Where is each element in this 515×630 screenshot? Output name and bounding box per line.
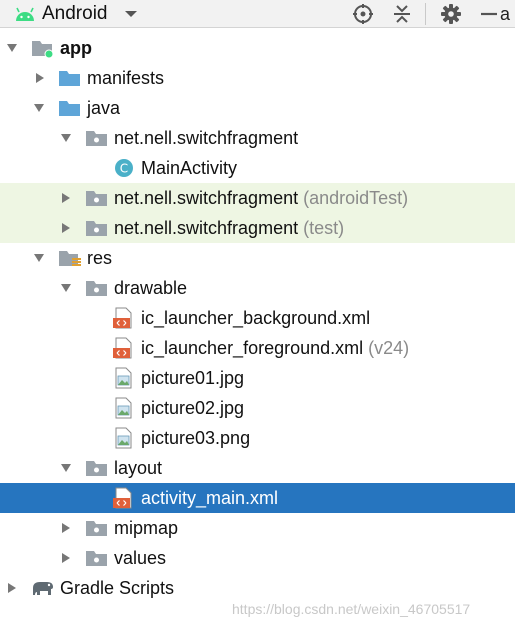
- tree-item-label: values: [114, 548, 167, 568]
- folder-icon: [58, 93, 82, 123]
- expanded-arrow-icon[interactable]: [4, 33, 20, 63]
- tree-item-java[interactable]: java: [0, 93, 515, 123]
- resources-folder-icon: [58, 243, 82, 273]
- tree-item-label: drawable: [114, 278, 188, 298]
- tree-item-manifests[interactable]: manifests: [0, 63, 515, 93]
- tree-item-label: picture03.png: [141, 428, 251, 448]
- tree-item-picture03[interactable]: picture03.png: [0, 423, 515, 453]
- image-file-icon: [114, 363, 134, 393]
- expanded-arrow-icon[interactable]: [31, 93, 47, 123]
- watermark: https://blog.csdn.net/weixin_46705517: [232, 601, 471, 617]
- package-icon: [85, 213, 109, 243]
- tree-item-values[interactable]: values: [0, 543, 515, 573]
- tree-item-ic-launcher-foreground[interactable]: ic_launcher_foreground.xml (v24): [0, 333, 515, 363]
- tree-item-label: picture02.jpg: [141, 398, 245, 418]
- package-icon: [85, 273, 109, 303]
- xml-file-icon: [113, 333, 135, 363]
- tree-item-label: picture01.jpg: [141, 368, 245, 388]
- expanded-arrow-icon[interactable]: [58, 453, 74, 483]
- tree-item-label: Gradle Scripts: [60, 578, 175, 598]
- tree-item-label: layout: [114, 458, 163, 478]
- tree-item-mainactivity[interactable]: C MainActivity: [0, 153, 515, 183]
- gear-icon[interactable]: [439, 0, 463, 28]
- tree-item-label: activity_main.xml: [141, 488, 279, 508]
- tree-item-drawable[interactable]: drawable: [0, 273, 515, 303]
- project-toolbar: Android a: [0, 0, 515, 28]
- tree-item-picture01[interactable]: picture01.jpg: [0, 363, 515, 393]
- tree-item-label: manifests: [87, 68, 165, 88]
- expanded-arrow-icon[interactable]: [58, 123, 74, 153]
- expanded-arrow-icon[interactable]: [58, 273, 74, 303]
- tree-item-package-test[interactable]: net.nell.switchfragment (test): [0, 213, 515, 243]
- tree-item-layout[interactable]: layout: [0, 453, 515, 483]
- collapsed-arrow-icon[interactable]: [58, 543, 74, 573]
- android-icon: [14, 0, 36, 28]
- image-file-icon: [114, 423, 134, 453]
- package-icon: [85, 543, 109, 573]
- scroll-from-source-icon[interactable]: [351, 0, 375, 28]
- tree-item-label: MainActivity: [141, 158, 238, 178]
- qualifier-suffix: (v24): [368, 338, 410, 358]
- toolbar-divider: [425, 3, 426, 25]
- toolbar-overflow-text: a: [500, 3, 511, 24]
- svg-text:C: C: [120, 162, 128, 176]
- tree-item-label: mipmap: [114, 518, 179, 538]
- class-icon: C: [114, 153, 134, 183]
- collapsed-arrow-icon[interactable]: [4, 573, 20, 603]
- image-file-icon: [114, 393, 134, 423]
- collapsed-arrow-icon[interactable]: [58, 213, 74, 243]
- tree-item-label: res: [87, 248, 113, 268]
- tree-item-res[interactable]: res: [0, 243, 515, 273]
- tree-item-label: java: [87, 98, 121, 118]
- collapsed-arrow-icon[interactable]: [58, 183, 74, 213]
- collapsed-arrow-icon[interactable]: [32, 63, 48, 93]
- project-tree: app manifests java net.nell.switchfragme…: [0, 33, 515, 603]
- expanded-arrow-icon[interactable]: [31, 243, 47, 273]
- collapsed-arrow-icon[interactable]: [58, 513, 74, 543]
- package-icon: [85, 513, 109, 543]
- tree-item-label: ic_launcher_foreground.xml: [141, 338, 364, 358]
- tree-item-gradle-scripts[interactable]: Gradle Scripts: [0, 573, 515, 603]
- package-icon: [85, 183, 109, 213]
- tree-item-app[interactable]: app: [0, 33, 515, 63]
- source-set-suffix: (test): [303, 218, 345, 238]
- tree-item-label: net.nell.switchfragment: [114, 128, 299, 148]
- folder-icon: [58, 63, 82, 93]
- gradle-elephant-icon: [30, 573, 56, 603]
- package-icon: [85, 453, 109, 483]
- tree-item-label: ic_launcher_background.xml: [141, 308, 371, 328]
- tree-item-package-main[interactable]: net.nell.switchfragment: [0, 123, 515, 153]
- minimize-icon[interactable]: [477, 0, 501, 28]
- tree-item-activity-main[interactable]: activity_main.xml: [0, 483, 515, 513]
- module-folder-icon: [31, 33, 55, 63]
- tree-item-ic-launcher-background[interactable]: ic_launcher_background.xml: [0, 303, 515, 333]
- tree-item-label: app: [60, 38, 93, 58]
- tree-item-picture02[interactable]: picture02.jpg: [0, 393, 515, 423]
- xml-file-icon: [113, 483, 135, 513]
- tree-item-package-androidtest[interactable]: net.nell.switchfragment (androidTest): [0, 183, 515, 213]
- tree-item-label: net.nell.switchfragment: [114, 218, 299, 238]
- collapse-all-icon[interactable]: [390, 0, 414, 28]
- view-selector-label[interactable]: Android: [42, 0, 108, 28]
- xml-file-icon: [113, 303, 135, 333]
- tree-item-label: net.nell.switchfragment: [114, 188, 299, 208]
- tree-item-mipmap[interactable]: mipmap: [0, 513, 515, 543]
- package-icon: [85, 123, 109, 153]
- source-set-suffix: (androidTest): [303, 188, 409, 208]
- chevron-down-icon[interactable]: [124, 0, 140, 28]
